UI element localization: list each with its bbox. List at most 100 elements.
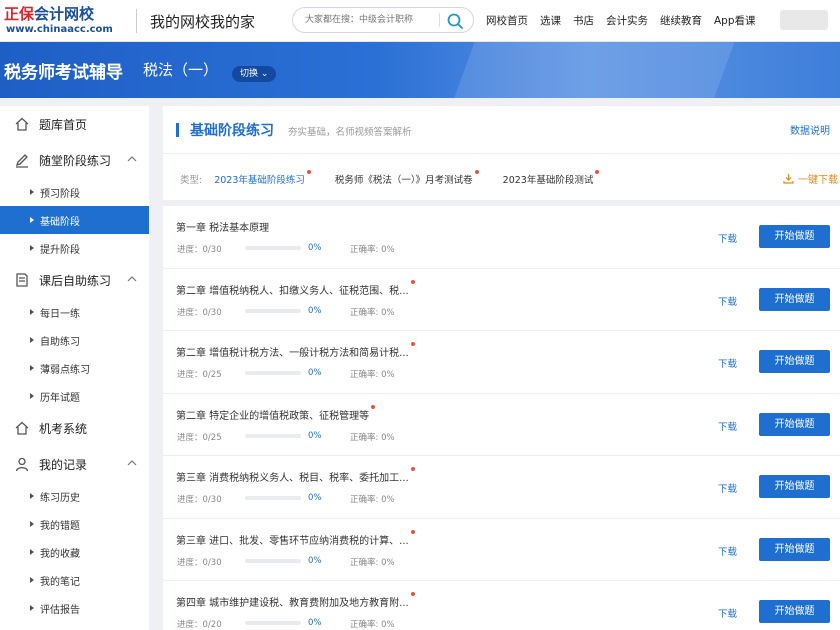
- nav-continuing-edu[interactable]: 继续教育: [660, 13, 702, 28]
- page-subtitle: 夯实基础，名师视频答案解析: [288, 127, 412, 138]
- new-dot: [371, 404, 376, 409]
- nav-courses[interactable]: 选课: [540, 13, 561, 28]
- search-box: [292, 7, 474, 33]
- start-practice-button[interactable]: 开始做题: [759, 287, 830, 311]
- nav-bookstore[interactable]: 书店: [573, 13, 594, 28]
- sidebar-item-question-bank-home[interactable]: 题库首页: [0, 106, 149, 142]
- progress-count: 进度：0/25: [177, 368, 222, 380]
- progress-label: 进度：: [177, 245, 203, 255]
- sidebar-section-self-practice[interactable]: 课后自助练习: [0, 262, 149, 298]
- chapter-list: 第一章 税法基本原理 进度：0/30 0% 正确率: 0% 下载 开始做题 第二章 增值税纳…: [163, 206, 840, 630]
- header-divider: [163, 153, 840, 154]
- sidebar-item-assessment-report[interactable]: 评估报告: [0, 594, 149, 622]
- top-nav: 网校首页 选课 书店 会计实务 继续教育 App看课: [486, 13, 768, 28]
- download-link[interactable]: 下载: [718, 231, 737, 245]
- accuracy-value: 0%: [381, 620, 395, 630]
- logo-url: www.chinaacc.com: [6, 24, 113, 35]
- start-practice-button[interactable]: 开始做题: [759, 475, 830, 498]
- accuracy-value: 0%: [381, 432, 395, 443]
- top-header: 正保会计网校 www.chinaacc.com 我的网校我的家 网校首页 选课 …: [0, 0, 840, 42]
- sidebar-item-weak-point-practice[interactable]: 薄弱点练习: [0, 354, 149, 382]
- progress-bar: [245, 558, 301, 563]
- sidebar-item-self-practice[interactable]: 自助练习: [0, 326, 149, 354]
- progress-value: 0/30: [202, 495, 222, 505]
- type-tab-text: 2023年基础阶段测试: [502, 175, 594, 186]
- sidebar-item-preview-stage[interactable]: 预习阶段: [0, 178, 149, 206]
- progress-percent: 0%: [308, 618, 322, 628]
- nav-home[interactable]: 网校首页: [486, 13, 528, 28]
- accuracy-value: 0%: [381, 495, 395, 505]
- accuracy: 正确率: 0%: [350, 306, 395, 318]
- sidebar-item-daily-practice[interactable]: 每日一练: [0, 298, 149, 326]
- progress-percent: 0%: [308, 430, 322, 441]
- site-logo[interactable]: 正保会计网校 www.chinaacc.com: [4, 3, 132, 39]
- sidebar-label: 题库首页: [39, 117, 88, 132]
- progress-percent: 0%: [308, 305, 322, 316]
- new-dot: [595, 170, 600, 174]
- search-icon[interactable]: [446, 12, 464, 30]
- accuracy-value: 0%: [381, 245, 395, 255]
- sidebar-label: 随堂阶段练习: [39, 153, 112, 168]
- start-practice-button[interactable]: 开始做题: [759, 350, 830, 373]
- nav-accounting[interactable]: 会计实务: [606, 13, 648, 28]
- download-link[interactable]: 下载: [718, 544, 737, 558]
- chevron-up-icon[interactable]: [127, 155, 137, 163]
- sidebar-label: 我的记录: [39, 457, 88, 472]
- table-row: 第三章 进口、批发、零售环节应纳消费税的计算、... 进度：0/30 0% 正确率: …: [163, 518, 840, 581]
- download-link[interactable]: 下载: [718, 606, 737, 620]
- chapter-name: 第三章 进口、批发、零售环节应纳消费税的计算、...: [176, 529, 415, 547]
- sidebar-item-exam-system[interactable]: 机考系统: [0, 410, 149, 446]
- start-practice-button[interactable]: 开始做题: [759, 600, 830, 623]
- download-link[interactable]: 下载: [718, 419, 737, 433]
- type-tab-monthly-test[interactable]: 税务师《税法（一）》月考测试卷: [334, 170, 479, 186]
- chapter-name: 第二章 特定企业的增值税政策、征税管理等: [176, 404, 376, 422]
- start-practice-button[interactable]: 开始做题: [759, 537, 830, 561]
- banner-decoration: [438, 42, 742, 98]
- switch-subject-button[interactable]: 切换 ⌄: [232, 66, 277, 82]
- progress-count: 进度：0/30: [177, 306, 222, 318]
- user-area-blurred[interactable]: [780, 10, 828, 30]
- sidebar-item-practice-history[interactable]: 练习历史: [0, 482, 149, 510]
- type-tab-basic-test[interactable]: 2023年基础阶段测试: [502, 170, 600, 186]
- sidebar-section-stage-practice[interactable]: 随堂阶段练习: [0, 142, 149, 178]
- nav-app[interactable]: App看课: [714, 13, 756, 28]
- sidebar-item-wrong-questions[interactable]: 我的错题: [0, 510, 149, 538]
- banner-subject: 税法（一）: [143, 61, 219, 79]
- download-link[interactable]: 下载: [718, 294, 737, 308]
- sidebar-section-my-records[interactable]: 我的记录: [0, 446, 149, 482]
- sidebar-item-favorites[interactable]: 我的收藏: [0, 538, 149, 566]
- accuracy: 正确率: 0%: [350, 431, 395, 443]
- new-dot: [306, 170, 311, 174]
- type-tab-text: 税务师《税法（一）》月考测试卷: [334, 175, 473, 186]
- accuracy: 正确率: 0%: [350, 556, 395, 568]
- type-tab-text: 2023年基础阶段练习: [214, 175, 305, 186]
- download-link[interactable]: 下载: [718, 356, 737, 370]
- chapter-name-text: 第三章 进口、批发、零售环节应纳消费税的计算、...: [176, 535, 409, 547]
- start-practice-button[interactable]: 开始做题: [759, 225, 830, 248]
- sidebar-item-improve-stage[interactable]: 提升阶段: [0, 234, 149, 262]
- chevron-up-icon[interactable]: [127, 275, 137, 283]
- sidebar-item-notes[interactable]: 我的笔记: [0, 566, 149, 594]
- progress-label: 进度：: [177, 620, 203, 630]
- new-dot: [474, 170, 479, 174]
- start-practice-button[interactable]: 开始做题: [759, 412, 830, 436]
- download-all-button[interactable]: 一键下载: [783, 171, 838, 186]
- title-accent-bar: [176, 123, 179, 137]
- chapter-name-text: 第二章 增值税纳税人、扣缴义务人、征税范围、税...: [176, 285, 409, 297]
- sidebar-item-past-exams[interactable]: 历年试题: [0, 382, 149, 410]
- type-tab-basic-practice[interactable]: 2023年基础阶段练习: [214, 170, 311, 186]
- progress-label: 进度：: [177, 370, 203, 380]
- sidebar-item-basic-stage[interactable]: 基础阶段: [0, 206, 149, 234]
- accuracy-label: 正确率:: [350, 495, 382, 505]
- progress-percent: 0%: [308, 368, 322, 378]
- download-link[interactable]: 下载: [718, 481, 737, 495]
- type-label: 类型:: [180, 175, 203, 186]
- accuracy-label: 正确率:: [350, 557, 382, 568]
- data-explain-link[interactable]: 数据说明: [790, 122, 830, 137]
- chevron-up-icon[interactable]: [127, 459, 137, 467]
- new-dot: [410, 279, 415, 284]
- table-row: 第二章 增值税计税方法、一般计税方法和简易计税... 进度：0/25 0% 正确率: …: [163, 331, 840, 394]
- accuracy: 正确率: 0%: [350, 493, 395, 505]
- search-input[interactable]: [305, 12, 433, 28]
- accuracy-value: 0%: [381, 370, 395, 380]
